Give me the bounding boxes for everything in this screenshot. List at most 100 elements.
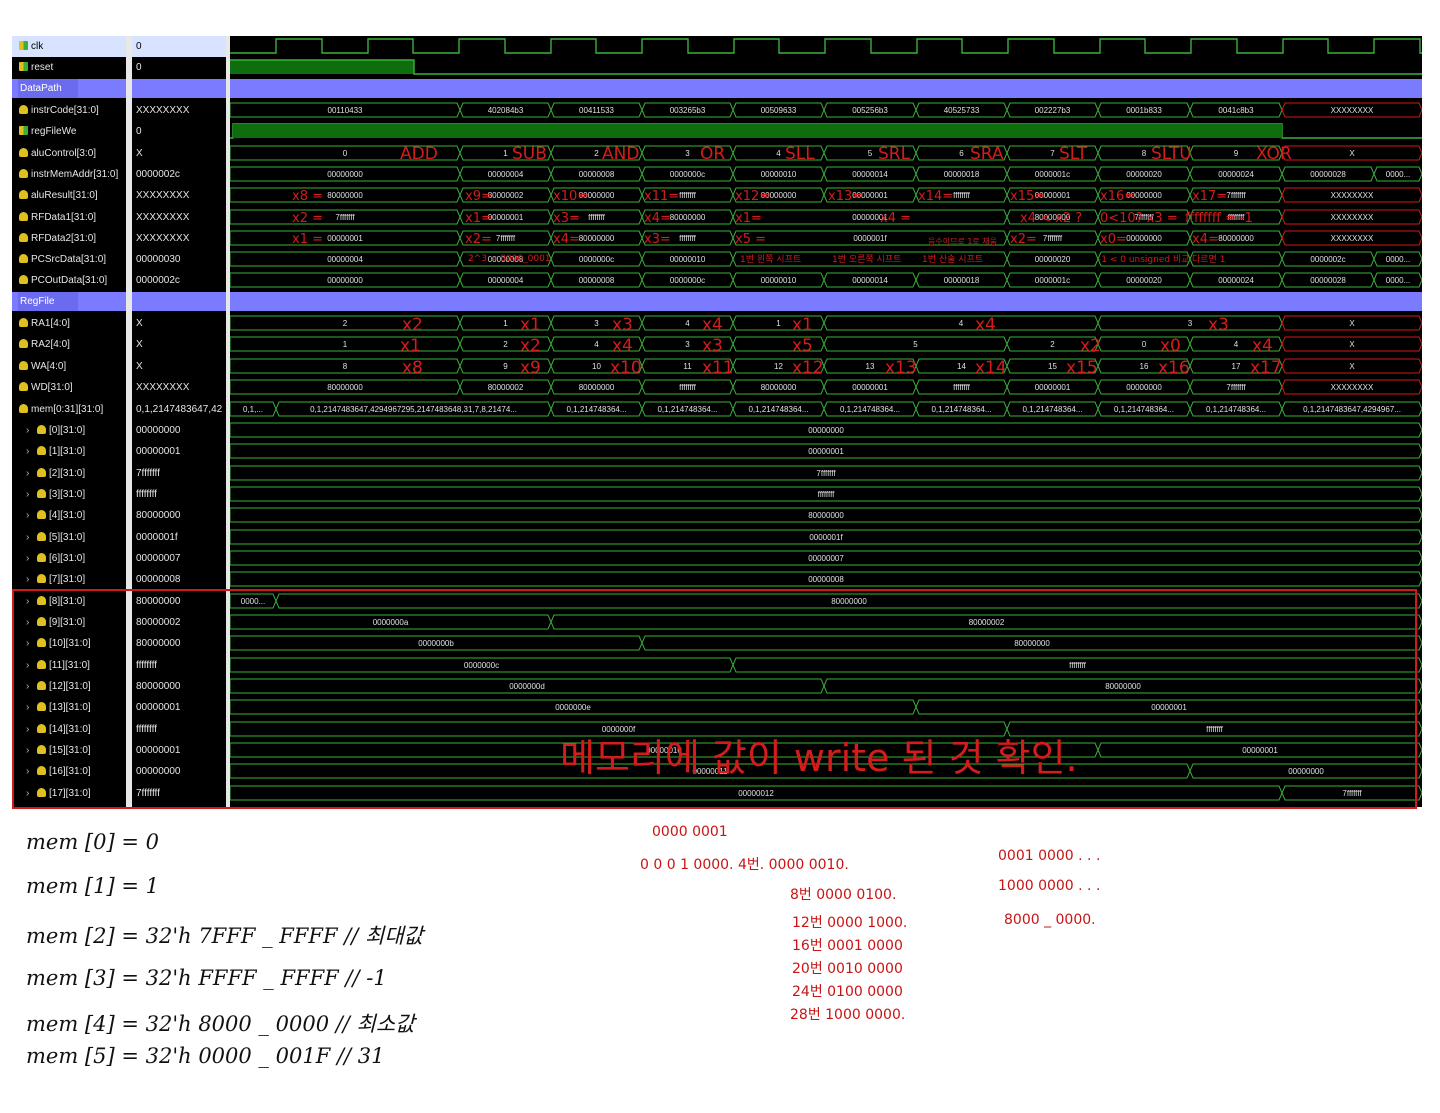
chevron-right-icon[interactable]: ›: [26, 719, 34, 740]
signal-name[interactable]: WD[31:0]: [12, 377, 126, 398]
signal-name[interactable]: instrCode[31:0]: [12, 100, 126, 121]
group-datapath[interactable]: DataPath: [12, 79, 126, 98]
signal-row-1231-0[interactable]: › [12][31:0] 80000000: [12, 676, 226, 697]
signal-name[interactable]: › [1][31:0]: [12, 441, 126, 462]
signal-name[interactable]: › [8][31:0]: [12, 591, 126, 612]
bus-value-label: 0000000a: [373, 618, 409, 627]
chevron-right-icon[interactable]: ›: [26, 761, 34, 782]
signal-row-wd31-0[interactable]: WD[31:0] XXXXXXXX: [12, 377, 226, 398]
signal-name[interactable]: regFileWe: [12, 121, 126, 142]
signal-name[interactable]: › [16][31:0]: [12, 761, 126, 782]
rf2-reg-annotation: x2=: [465, 232, 492, 247]
signal-row-1031-0[interactable]: › [10][31:0] 80000000: [12, 633, 226, 654]
signal-row-rfdata231-0[interactable]: RFData2[31:0] XXXXXXXX: [12, 228, 226, 249]
signal-row-alucontrol3-0[interactable]: aluControl[3:0] X: [12, 143, 226, 164]
bus-value-label: 0,1,214748364...: [748, 405, 808, 414]
signal-name[interactable]: › [4][31:0]: [12, 505, 126, 526]
signal-row-clk[interactable]: clk 0: [12, 36, 226, 57]
signal-row-1431-0[interactable]: › [14][31:0] ffffffff: [12, 719, 226, 740]
op-annotation: SLT: [1059, 144, 1088, 164]
signal-row-1331-0[interactable]: › [13][31:0] 00000001: [12, 697, 226, 718]
signal-row-regfilewe[interactable]: regFileWe 0: [12, 121, 226, 142]
signal-name[interactable]: reset: [12, 57, 126, 78]
signal-name[interactable]: › [3][31:0]: [12, 484, 126, 505]
signal-row-431-0[interactable]: › [4][31:0] 80000000: [12, 505, 226, 526]
signal-name[interactable]: RA2[4:0]: [12, 334, 126, 355]
signal-name[interactable]: aluControl[3:0]: [12, 143, 126, 164]
signal-name[interactable]: PCOutData[31:0]: [12, 270, 126, 291]
signal-row-reset[interactable]: reset 0: [12, 57, 226, 78]
signal-row-531-0[interactable]: › [5][31:0] 0000001f: [12, 527, 226, 548]
chevron-right-icon[interactable]: ›: [26, 697, 34, 718]
signal-row-631-0[interactable]: › [6][31:0] 00000007: [12, 548, 226, 569]
signal-name[interactable]: aluResult[31:0]: [12, 185, 126, 206]
chevron-right-icon[interactable]: ›: [26, 527, 34, 548]
signal-row-instrmemaddr31-0[interactable]: instrMemAddr[31:0] 0000002c: [12, 164, 226, 185]
signal-row-ra14-0[interactable]: RA1[4:0] X: [12, 313, 226, 334]
chevron-right-icon[interactable]: ›: [26, 783, 34, 804]
chevron-right-icon[interactable]: ›: [26, 420, 34, 441]
signal-row-1131-0[interactable]: › [11][31:0] ffffffff: [12, 655, 226, 676]
signal-name[interactable]: RFData2[31:0]: [12, 228, 126, 249]
signal-name[interactable]: PCSrcData[31:0]: [12, 249, 126, 270]
chevron-right-icon[interactable]: ›: [26, 484, 34, 505]
signal-name[interactable]: › [0][31:0]: [12, 420, 126, 441]
signal-row-731-0[interactable]: › [7][31:0] 00000008: [12, 569, 226, 590]
bus-signal-icon: [37, 766, 46, 775]
chevron-right-icon[interactable]: ›: [26, 505, 34, 526]
signal-row-rfdata131-0[interactable]: RFData1[31:0] XXXXXXXX: [12, 207, 226, 228]
signal-row-1631-0[interactable]: › [16][31:0] 00000000: [12, 761, 226, 782]
signal-name[interactable]: › [15][31:0]: [12, 740, 126, 761]
signal-name[interactable]: › [13][31:0]: [12, 697, 126, 718]
chevron-right-icon[interactable]: ›: [26, 463, 34, 484]
signal-row-wa4-0[interactable]: WA[4:0] X: [12, 356, 226, 377]
ra1-reg-annotation: x2: [402, 315, 423, 335]
chevron-right-icon[interactable]: ›: [26, 548, 34, 569]
signal-name[interactable]: › [17][31:0]: [12, 783, 126, 804]
signal-row-instrcode31-0[interactable]: instrCode[31:0] XXXXXXXX: [12, 100, 226, 121]
waveform-canvas[interactable]: 00110433 402084b3 00411533 003265b3 00509633…: [230, 36, 1422, 807]
signal-row-aluresult31-0[interactable]: aluResult[31:0] XXXXXXXX: [12, 185, 226, 206]
signal-row-1531-0[interactable]: › [15][31:0] 00000001: [12, 740, 226, 761]
signal-row-pcsrcdata31-0[interactable]: PCSrcData[31:0] 00000030: [12, 249, 226, 270]
chevron-right-icon[interactable]: ›: [26, 612, 34, 633]
signal-row-331-0[interactable]: › [3][31:0] ffffffff: [12, 484, 226, 505]
chevron-right-icon[interactable]: ›: [26, 655, 34, 676]
group-regfile[interactable]: RegFile: [12, 292, 126, 311]
signal-name[interactable]: › [7][31:0]: [12, 569, 126, 590]
signal-row-131-0[interactable]: › [1][31:0] 00000001: [12, 441, 226, 462]
signal-name[interactable]: › [10][31:0]: [12, 633, 126, 654]
signal-row-ra24-0[interactable]: RA2[4:0] X: [12, 334, 226, 355]
signal-name[interactable]: mem[0:31][31:0]: [12, 399, 126, 420]
signal-row-mem0-3131-0[interactable]: mem[0:31][31:0] 0,1,2147483647,42: [12, 399, 226, 420]
signal-name[interactable]: › [9][31:0]: [12, 612, 126, 633]
signal-name[interactable]: › [5][31:0]: [12, 527, 126, 548]
signal-name[interactable]: › [11][31:0]: [12, 655, 126, 676]
signal-name[interactable]: instrMemAddr[31:0]: [12, 164, 126, 185]
signal-name[interactable]: clk: [12, 36, 126, 57]
signal-name[interactable]: › [2][31:0]: [12, 463, 126, 484]
signal-row-831-0[interactable]: › [8][31:0] 80000000: [12, 591, 226, 612]
signal-row-931-0[interactable]: › [9][31:0] 80000002: [12, 612, 226, 633]
signal-name[interactable]: › [6][31:0]: [12, 548, 126, 569]
chevron-right-icon[interactable]: ›: [26, 441, 34, 462]
signal-name[interactable]: RA1[4:0]: [12, 313, 126, 334]
signal-name[interactable]: RFData1[31:0]: [12, 207, 126, 228]
signal-name[interactable]: WA[4:0]: [12, 356, 126, 377]
chevron-right-icon[interactable]: ›: [26, 633, 34, 654]
signal-name[interactable]: › [14][31:0]: [12, 719, 126, 740]
note-line: 8번 0000 0100.: [790, 887, 897, 903]
chevron-right-icon[interactable]: ›: [26, 740, 34, 761]
chevron-right-icon[interactable]: ›: [26, 569, 34, 590]
bus-value-label: 0000...: [1386, 255, 1410, 264]
chevron-right-icon[interactable]: ›: [26, 676, 34, 697]
signal-row-031-0[interactable]: › [0][31:0] 00000000: [12, 420, 226, 441]
chevron-right-icon[interactable]: ›: [26, 591, 34, 612]
note-line: 28번 1000 0000.: [790, 1007, 906, 1023]
signal-row-1731-0[interactable]: › [17][31:0] 7fffffff: [12, 783, 226, 804]
signal-value: 0: [136, 126, 142, 137]
signal-row-pcoutdata31-0[interactable]: PCOutData[31:0] 0000002c: [12, 270, 226, 291]
mem2-waveform: 7fffffff: [230, 465, 1422, 481]
signal-name[interactable]: › [12][31:0]: [12, 676, 126, 697]
signal-row-231-0[interactable]: › [2][31:0] 7fffffff: [12, 463, 226, 484]
